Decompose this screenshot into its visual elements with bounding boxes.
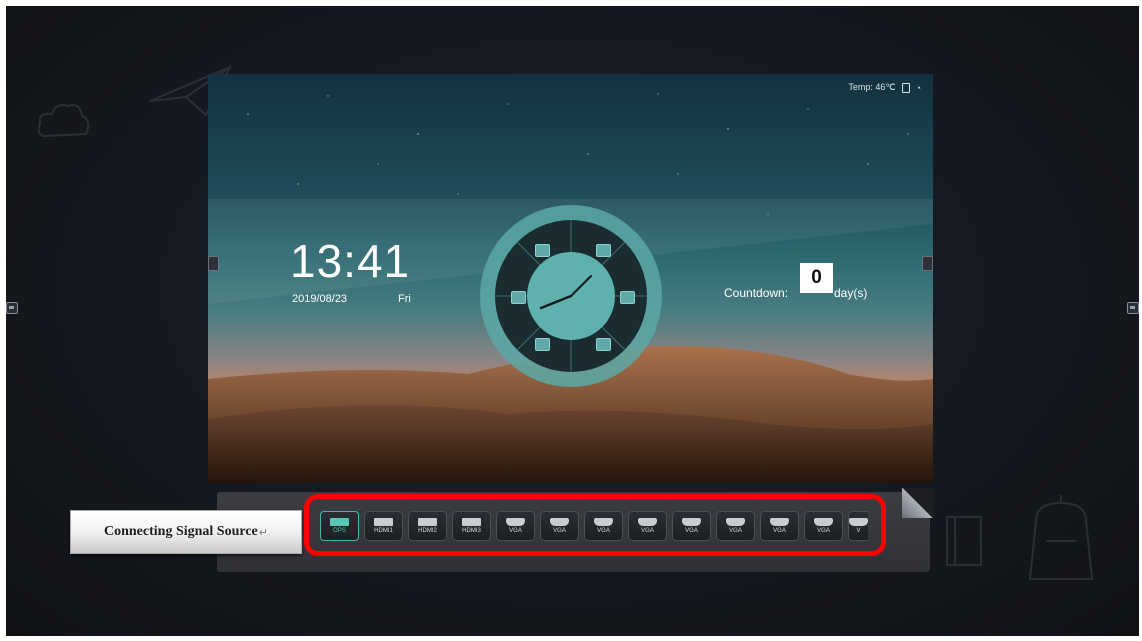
clock-time: 13:41 — [290, 235, 411, 287]
clock-day: Fri — [398, 293, 411, 305]
home-screen: Temp: 46℃ ◔ 13:41 2019/08/23 Fri Countdo… — [208, 74, 933, 482]
backpack-doodle-icon — [1028, 495, 1094, 580]
browser-icon[interactable] — [596, 244, 611, 257]
app-dial[interactable] — [479, 204, 664, 389]
apps-icon[interactable] — [620, 291, 635, 304]
left-sidebar-tab[interactable] — [208, 256, 219, 271]
battery-icon — [901, 82, 910, 93]
source-highlight-frame — [304, 494, 886, 556]
countdown-value[interactable]: 0 — [800, 263, 833, 293]
right-sidebar-tab[interactable] — [922, 256, 933, 271]
file-icon[interactable] — [511, 291, 526, 304]
wifi-icon: ◔ — [915, 82, 921, 93]
temperature-readout: Temp: 46℃ — [848, 82, 896, 92]
status-bar: Temp: 46℃ ◔ — [848, 82, 921, 93]
whiteboard-icon[interactable] — [535, 244, 550, 257]
page-curl-decoration — [902, 488, 934, 518]
right-edge-menu-handle[interactable] — [1127, 302, 1139, 314]
callout-text: Connecting Signal Source — [104, 524, 258, 539]
countdown-unit: day(s) — [834, 286, 868, 300]
annotation-callout: Connecting Signal Source ↵ — [70, 510, 302, 554]
return-mark: ↵ — [258, 526, 268, 539]
media-icon[interactable] — [596, 338, 611, 351]
left-edge-menu-handle[interactable] — [6, 302, 18, 314]
settings-icon[interactable] — [535, 338, 550, 351]
book-doodle-icon — [946, 516, 982, 566]
dial-graphic — [480, 205, 662, 387]
clock-date: 2019/08/23 — [292, 293, 348, 305]
cloud-doodle-icon — [37, 104, 90, 138]
countdown-label: Countdown: — [724, 286, 789, 300]
